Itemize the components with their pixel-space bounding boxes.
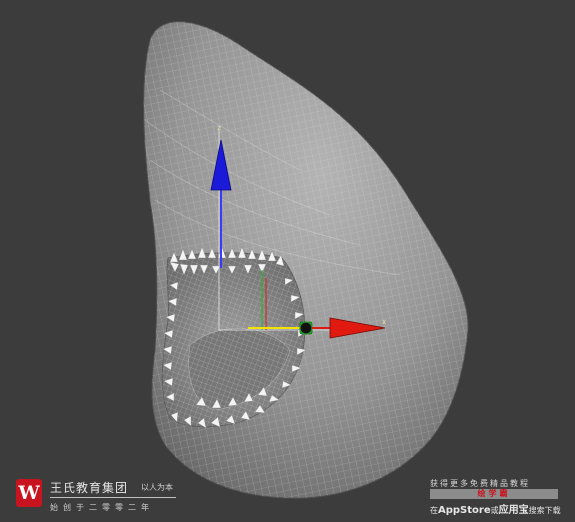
brand-logo: W — [16, 479, 42, 507]
promo-badge: 绘学霸 — [430, 489, 558, 499]
promo-top-text: 获得更多免费精品教程 — [430, 479, 530, 488]
shark-head[interactable] — [100, 0, 500, 520]
promo-or: 或 — [490, 506, 499, 515]
promo-app: 应用宝 — [498, 505, 529, 516]
brand-motto: 始创于二零零二年 — [50, 503, 154, 512]
promo-suffix: 搜索下载 — [528, 506, 561, 515]
viewport-canvas[interactable]: z x — [0, 0, 575, 522]
brand-slogan: 以人为本 — [141, 483, 173, 492]
brand-divider — [50, 497, 176, 498]
promo-bottom-text: 在AppStore或应用宝搜索下载 — [430, 501, 561, 516]
z-axis-label: z — [217, 124, 221, 132]
3d-viewport[interactable]: z x — [0, 0, 575, 522]
promo-store: AppStore — [438, 505, 491, 516]
promo-prefix: 在 — [430, 506, 438, 515]
brand-watermark: W 王氏教育集团 以人为本 始创于二零零二年 — [14, 478, 184, 514]
promo-watermark: 获得更多免费精品教程 绘学霸 在AppStore或应用宝搜索下载 — [428, 478, 568, 518]
brand-name: 王氏教育集团 — [50, 481, 129, 495]
x-axis-label: x — [382, 318, 386, 326]
brand-logo-letter: W — [18, 482, 40, 504]
